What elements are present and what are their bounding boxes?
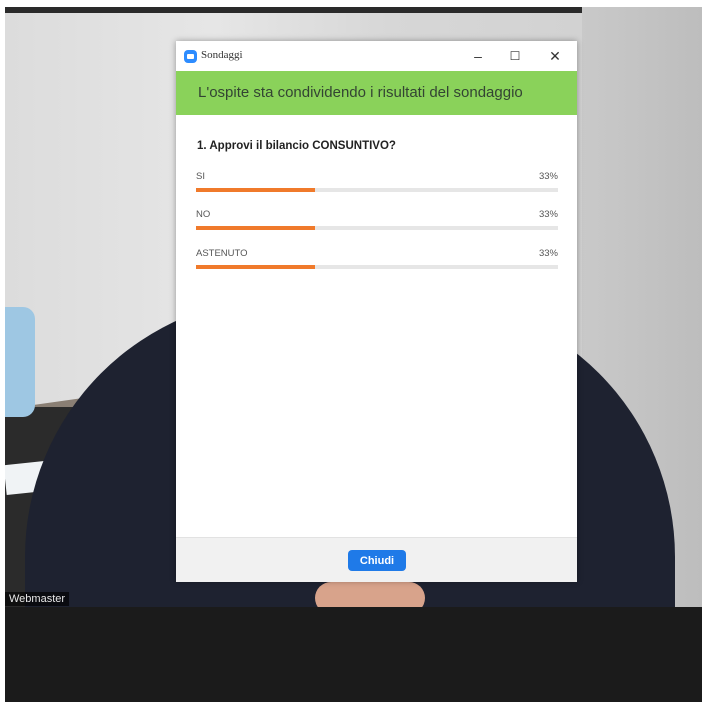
option-percent: 33%	[538, 248, 558, 259]
close-button[interactable]: Chiudi	[348, 550, 406, 571]
option-bar-track	[196, 188, 558, 192]
option-bar-track	[196, 226, 558, 230]
option-label: ASTENUTO	[196, 248, 248, 259]
option-percent: 33%	[538, 171, 558, 182]
video-chair	[5, 307, 35, 417]
poll-question: 1. Approvi il bilancio CONSUNTIVO?	[197, 140, 396, 152]
maximize-icon[interactable]: ☐	[500, 45, 530, 67]
poll-option-astenuto: ASTENUTO 33%	[196, 248, 558, 272]
dialog-footer: Chiudi	[176, 537, 577, 582]
sharing-banner: L'ospite sta condividendo i risultati de…	[176, 71, 577, 115]
poll-option-no: NO 33%	[196, 209, 558, 233]
option-bar-fill	[196, 265, 316, 269]
zoom-app-icon	[184, 50, 197, 63]
option-label: NO	[196, 209, 211, 220]
video-arm	[315, 582, 425, 607]
option-percent: 33%	[538, 209, 558, 220]
poll-results-dialog: Sondaggi – ☐ ✕ L'ospite sta condividendo…	[176, 41, 577, 582]
dialog-titlebar[interactable]: Sondaggi – ☐ ✕	[176, 41, 577, 71]
minimize-icon[interactable]: –	[463, 45, 493, 67]
option-bar-track	[196, 265, 558, 269]
option-bar-fill	[196, 226, 316, 230]
close-icon[interactable]: ✕	[540, 45, 570, 67]
option-label: SI	[196, 171, 205, 182]
dialog-title: Sondaggi	[201, 49, 243, 61]
poll-option-si: SI 33%	[196, 171, 558, 195]
participant-name-tag: Webmaster	[5, 592, 70, 606]
meeting-bottom-bar	[5, 607, 702, 702]
banner-text: L'ospite sta condividendo i risultati de…	[198, 84, 523, 101]
option-bar-fill	[196, 188, 316, 192]
